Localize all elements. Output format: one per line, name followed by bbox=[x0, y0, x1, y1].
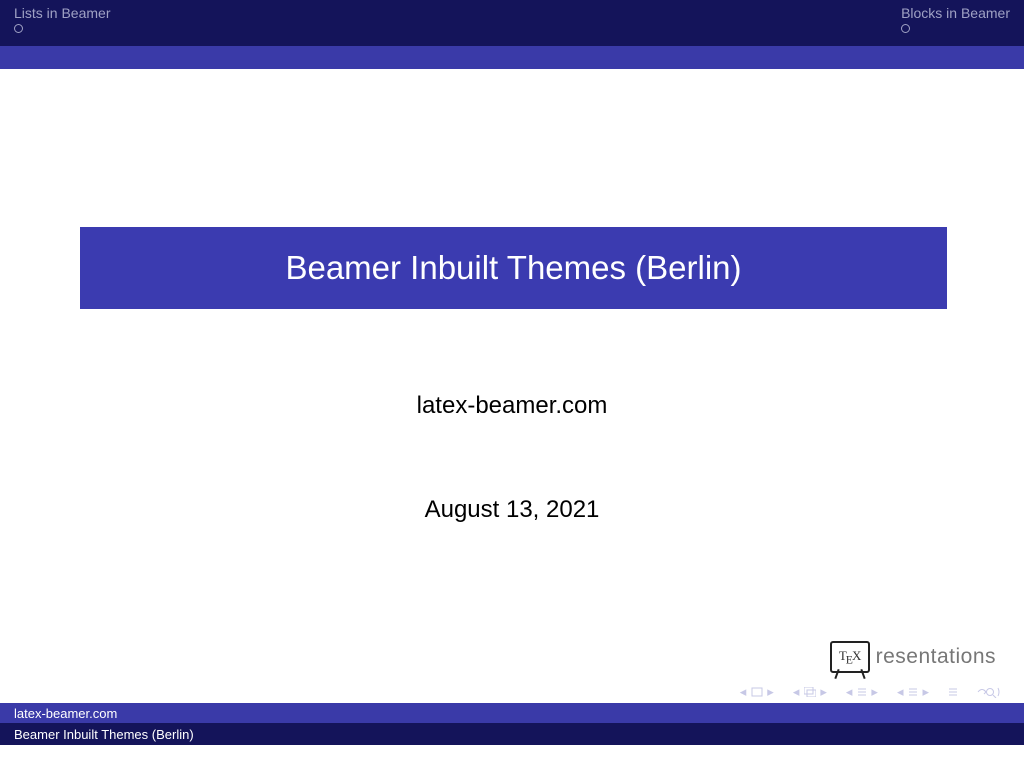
presentation-date: August 13, 2021 bbox=[0, 496, 1024, 524]
navigation-symbols: ◂ ▸ ◂ ▸ ◂ ▸ ◂ ▸ bbox=[0, 681, 1024, 703]
nav-next-subsection-icon[interactable]: ▸ bbox=[871, 684, 879, 700]
progress-dots-right bbox=[901, 24, 1010, 33]
nav-prev-frame-icon[interactable]: ◂ bbox=[793, 684, 801, 700]
logo: TEX resentations bbox=[830, 641, 996, 673]
nav-prev-slide-icon[interactable]: ◂ bbox=[740, 684, 748, 700]
slide-dot[interactable] bbox=[14, 24, 23, 33]
nav-next-frame-icon[interactable]: ▸ bbox=[820, 684, 828, 700]
footer-author-line: latex-beamer.com bbox=[0, 703, 1024, 723]
nav-doc-icon[interactable] bbox=[948, 687, 958, 697]
nav-back-forward-icon[interactable] bbox=[976, 686, 1000, 698]
nav-prev-section-icon[interactable]: ◂ bbox=[897, 684, 905, 700]
presentation-title: Beamer Inbuilt Themes (Berlin) bbox=[80, 227, 947, 309]
nav-next-section-icon[interactable]: ▸ bbox=[922, 684, 930, 700]
section-link-lists[interactable]: Lists in Beamer bbox=[14, 5, 110, 21]
logo-tex-text: TEX bbox=[839, 648, 860, 667]
progress-dots-left bbox=[14, 24, 110, 33]
nav-slide-group[interactable]: ◂ ▸ bbox=[740, 684, 775, 700]
logo-easel-icon: TEX bbox=[830, 641, 870, 673]
nav-next-slide-icon[interactable]: ▸ bbox=[767, 684, 775, 700]
slide-body: Beamer Inbuilt Themes (Berlin) latex-bea… bbox=[0, 69, 1024, 681]
bottom-margin bbox=[0, 745, 1024, 768]
footer-title-text: Beamer Inbuilt Themes (Berlin) bbox=[14, 727, 194, 742]
nav-slide-icon[interactable] bbox=[751, 687, 763, 697]
subsection-bar bbox=[0, 46, 1024, 69]
slide-dot[interactable] bbox=[901, 24, 910, 33]
footer-author-text: latex-beamer.com bbox=[14, 706, 117, 721]
nav-subsection-icon[interactable] bbox=[857, 687, 867, 697]
nav-section-icon[interactable] bbox=[908, 687, 918, 697]
headline-right-section[interactable]: Blocks in Beamer bbox=[901, 0, 1010, 33]
headline-left-section[interactable]: Lists in Beamer bbox=[14, 0, 110, 33]
presentation-author: latex-beamer.com bbox=[0, 392, 1024, 420]
section-headline: Lists in Beamer Blocks in Beamer bbox=[0, 0, 1024, 46]
nav-prev-subsection-icon[interactable]: ◂ bbox=[846, 684, 854, 700]
section-link-blocks[interactable]: Blocks in Beamer bbox=[901, 5, 1010, 21]
nav-section-group[interactable]: ◂ ▸ bbox=[897, 684, 930, 700]
nav-frame-group[interactable]: ◂ ▸ bbox=[793, 684, 828, 700]
logo-board-icon: TEX bbox=[830, 641, 870, 673]
nav-frame-icon[interactable] bbox=[804, 687, 816, 697]
footer-title-line: Beamer Inbuilt Themes (Berlin) bbox=[0, 723, 1024, 745]
nav-backforward-group[interactable] bbox=[976, 686, 1000, 698]
logo-text: resentations bbox=[876, 645, 996, 669]
nav-subsection-group[interactable]: ◂ ▸ bbox=[846, 684, 879, 700]
